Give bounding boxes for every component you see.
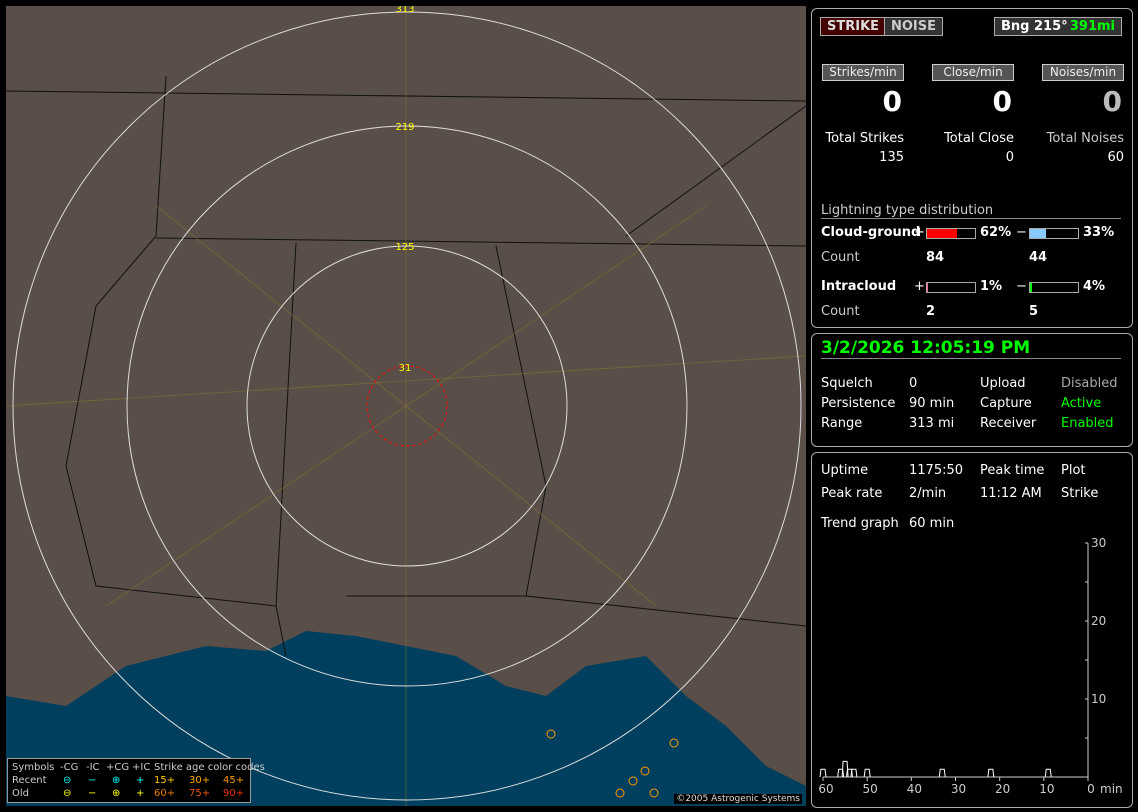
trend-chart: 60 50 40 30 20 10 0 min 30 20 10 — [818, 536, 1123, 796]
y-tick-label: 20 — [1091, 614, 1106, 628]
trend-bar — [938, 768, 946, 778]
trend-bar — [1044, 768, 1052, 778]
x-tick-label: 60 — [818, 782, 833, 796]
x-tick-label: 0 — [1087, 782, 1095, 796]
trend-bar — [819, 768, 827, 778]
x-tick-label: 50 — [863, 782, 878, 796]
trend-bar — [987, 768, 995, 778]
trend-bar — [850, 768, 858, 778]
x-tick-label: 30 — [951, 782, 966, 796]
trend-bar — [863, 768, 871, 778]
x-tick-label: 20 — [995, 782, 1010, 796]
x-tick-label: 10 — [1039, 782, 1054, 796]
y-tick-label: 10 — [1091, 692, 1106, 706]
y-tick-label: 30 — [1091, 536, 1106, 550]
x-unit-label: min — [1100, 782, 1123, 796]
x-tick-label: 40 — [907, 782, 922, 796]
